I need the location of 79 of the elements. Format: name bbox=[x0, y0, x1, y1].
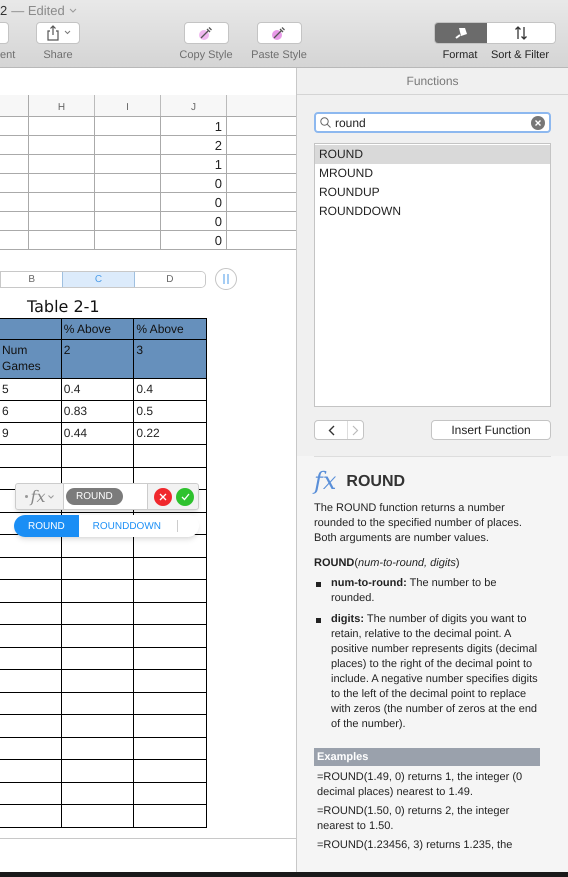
function-list-item[interactable]: MROUND bbox=[315, 164, 550, 183]
cancel-button[interactable] bbox=[154, 488, 172, 506]
pause-icon bbox=[223, 274, 229, 284]
example-text: =ROUND(1.49, 0) returns 1, the integer (0 decimal places) nearest to 1.49. bbox=[316, 770, 524, 800]
function-description: The ROUND function returns a number rounded to the specified number of places. Both arguments are number values. bbox=[314, 501, 523, 546]
table-cell: 0.4 bbox=[134, 379, 207, 400]
formula-editor[interactable]: fx ROUND bbox=[15, 483, 199, 510]
header-cell: % Above bbox=[62, 319, 134, 339]
close-icon bbox=[159, 492, 167, 500]
table-cell: 6 bbox=[0, 401, 62, 422]
share-icon bbox=[46, 24, 60, 41]
chevron-left-icon bbox=[328, 424, 334, 436]
header-cell: 2 bbox=[62, 340, 134, 378]
insert-function-button[interactable]: Insert Function bbox=[431, 420, 551, 440]
toolbar-button[interactable] bbox=[256, 22, 302, 44]
toolbar-label: Share bbox=[43, 48, 73, 63]
toolbar-label: Copy Style bbox=[179, 48, 233, 63]
eyedropper-icon bbox=[271, 24, 287, 41]
header-cell: Num Games bbox=[0, 340, 62, 378]
toolbar-label: Sort & Filter bbox=[490, 48, 550, 63]
clear-icon bbox=[531, 116, 545, 130]
sort-arrows-icon bbox=[514, 26, 528, 40]
argument-description: digits: The number of digits you want to retain, relative to the decimal point. A positive number represents digits (decimal places) to the right of the decimal point to include. A negative number specifies digits to the left of the decimal point to replace with zeros (the number of zeros at the end of the number). bbox=[331, 612, 539, 732]
table-cell: 0.22 bbox=[134, 423, 207, 444]
table-cell: 1 bbox=[161, 155, 227, 173]
chevron-icon bbox=[68, 8, 77, 14]
function-list-item[interactable]: ROUNDUP bbox=[315, 183, 550, 202]
function-syntax: ROUND(num-to-round, digits) bbox=[314, 556, 461, 571]
search-icon bbox=[320, 117, 331, 128]
function-suggestion[interactable]: ROUNDDOWN bbox=[78, 515, 175, 537]
table-cell: 0 bbox=[161, 193, 227, 211]
header-cell: % Above bbox=[134, 319, 207, 339]
formula-menu-button[interactable]: fx bbox=[16, 484, 63, 508]
toolbar-button[interactable] bbox=[36, 22, 80, 44]
toolbar-label: Paste Style bbox=[251, 48, 307, 63]
panel-title: Functions bbox=[297, 68, 568, 95]
argument-description: num-to-round: The number to be rounded. bbox=[331, 576, 498, 606]
chevron-icon bbox=[64, 30, 70, 36]
toolbar-label: Format bbox=[442, 48, 478, 63]
function-token[interactable]: ROUND bbox=[66, 488, 123, 505]
table-cell: 2 bbox=[161, 136, 227, 154]
pause-button[interactable] bbox=[215, 268, 237, 290]
table-cell: 0.44 bbox=[62, 423, 134, 444]
bullet-icon bbox=[316, 618, 321, 623]
header-cell: 3 bbox=[134, 340, 207, 378]
examples-heading: Examples bbox=[314, 748, 540, 766]
checkmark-icon bbox=[180, 492, 190, 500]
chevron-right-icon bbox=[352, 424, 359, 436]
column-header[interactable]: J bbox=[161, 95, 227, 116]
dot-icon bbox=[24, 495, 28, 498]
eyedropper-icon bbox=[198, 24, 214, 41]
table-cell: 1 bbox=[161, 117, 227, 135]
function-list-item[interactable]: ROUND bbox=[315, 145, 550, 164]
toolbar-segment[interactable] bbox=[487, 22, 555, 43]
table-title: Table 2-1 bbox=[27, 297, 101, 317]
paintbrush-icon bbox=[453, 26, 469, 40]
accept-button[interactable] bbox=[176, 488, 194, 506]
example-text: =ROUND(1.23456, 3) returns 1.235, the bbox=[316, 838, 514, 853]
table-cell: 0 bbox=[161, 231, 227, 249]
table-cell: 0 bbox=[161, 212, 227, 230]
function-list-item[interactable]: ROUNDDOWN bbox=[315, 202, 550, 221]
table-cell: 9 bbox=[0, 423, 62, 444]
toolbar-label: ent bbox=[0, 48, 16, 63]
function-name: ROUND bbox=[346, 474, 406, 488]
document-title: 2 bbox=[0, 2, 8, 20]
search-input[interactable]: round bbox=[335, 114, 527, 132]
table-cell: 5 bbox=[0, 379, 62, 400]
chevron-icon bbox=[48, 494, 54, 498]
bullet-icon bbox=[316, 582, 321, 587]
table-cell: 0 bbox=[161, 174, 227, 192]
table-cell: 0.5 bbox=[134, 401, 207, 422]
column-header[interactable]: H bbox=[29, 95, 95, 116]
function-suggestion[interactable]: ROUND bbox=[14, 515, 79, 537]
search-field[interactable]: round bbox=[314, 112, 551, 133]
example-text: =ROUND(1.50, 0) returns 2, the integer nearest to 1.50. bbox=[316, 804, 510, 834]
table-cell: 0.4 bbox=[62, 379, 134, 400]
column-header[interactable]: I bbox=[95, 95, 161, 116]
table-cell: 0.83 bbox=[62, 401, 134, 422]
function-icon: fx bbox=[314, 467, 336, 495]
